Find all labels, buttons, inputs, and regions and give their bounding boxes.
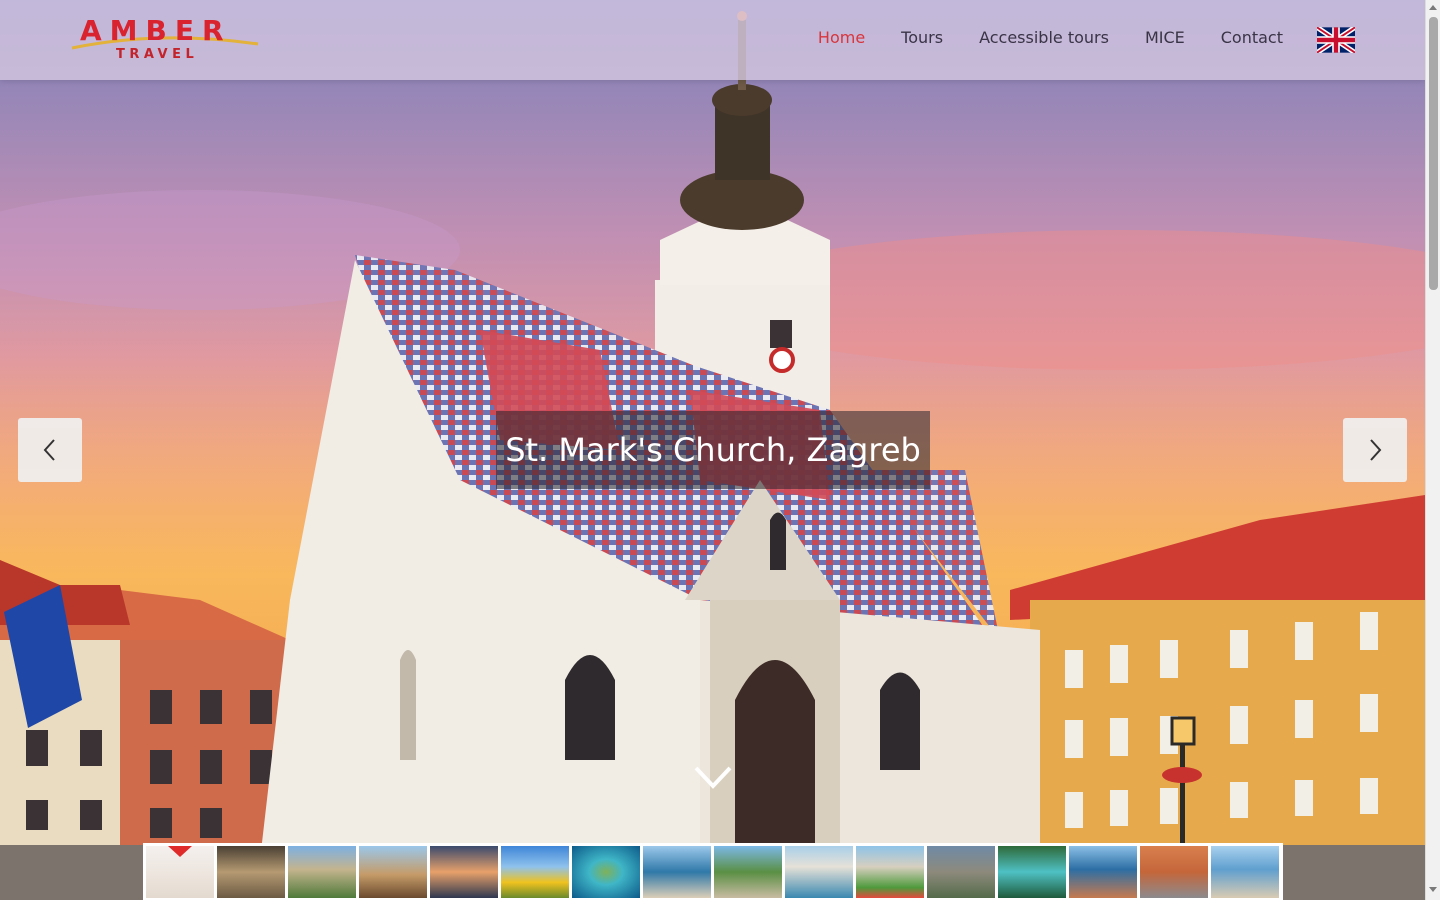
- logo-link[interactable]: AMBER TRAVEL: [70, 14, 260, 66]
- slider-next-button[interactable]: [1343, 418, 1407, 482]
- logo-brand-subtitle: TRAVEL: [116, 47, 199, 62]
- thumbnail-14[interactable]: [1069, 846, 1137, 898]
- main-navigation: Home Tours Accessible tours MICE Contact: [818, 28, 1283, 47]
- thumbnail-13[interactable]: [998, 846, 1066, 898]
- thumbnail-16[interactable]: [1211, 846, 1279, 898]
- scrollbar-thumb[interactable]: [1429, 17, 1438, 290]
- scroll-up-arrow-icon[interactable]: [1429, 5, 1437, 10]
- nav-item-home[interactable]: Home: [818, 28, 865, 47]
- logo-brand-name: AMBER: [80, 14, 232, 47]
- thumbnail-2[interactable]: [217, 846, 285, 898]
- slide-caption-text: St. Mark's Church, Zagreb: [505, 431, 921, 469]
- thumbnail-7[interactable]: [572, 846, 640, 898]
- thumbnail-4[interactable]: [359, 846, 427, 898]
- slider-prev-button[interactable]: [18, 418, 82, 482]
- chevron-down-icon[interactable]: [692, 762, 734, 792]
- thumbnail-5[interactable]: [430, 846, 498, 898]
- chevron-left-icon: [43, 439, 55, 461]
- nav-item-contact[interactable]: Contact: [1221, 28, 1283, 47]
- thumbnail-11[interactable]: [856, 846, 924, 898]
- thumbnail-1[interactable]: [146, 846, 214, 898]
- thumbnail-15[interactable]: [1140, 846, 1208, 898]
- nav-item-tours[interactable]: Tours: [901, 28, 943, 47]
- thumbnail-3[interactable]: [288, 846, 356, 898]
- scroll-down-arrow-icon[interactable]: [1429, 887, 1437, 892]
- site-header: AMBER TRAVEL Home Tours Accessible tours…: [0, 0, 1425, 80]
- thumbnail-6[interactable]: [501, 846, 569, 898]
- thumbnail-12[interactable]: [927, 846, 995, 898]
- nav-item-accessible-tours[interactable]: Accessible tours: [979, 28, 1109, 47]
- page-scrollbar[interactable]: [1425, 0, 1440, 900]
- nav-item-mice[interactable]: MICE: [1145, 28, 1185, 47]
- thumbnail-10[interactable]: [785, 846, 853, 898]
- slider-thumbnails: [143, 843, 1283, 900]
- thumbnail-9[interactable]: [714, 846, 782, 898]
- chevron-right-icon: [1370, 439, 1382, 461]
- slide-caption: St. Mark's Church, Zagreb: [496, 411, 930, 489]
- uk-flag-icon[interactable]: [1317, 27, 1355, 53]
- thumbnail-8[interactable]: [643, 846, 711, 898]
